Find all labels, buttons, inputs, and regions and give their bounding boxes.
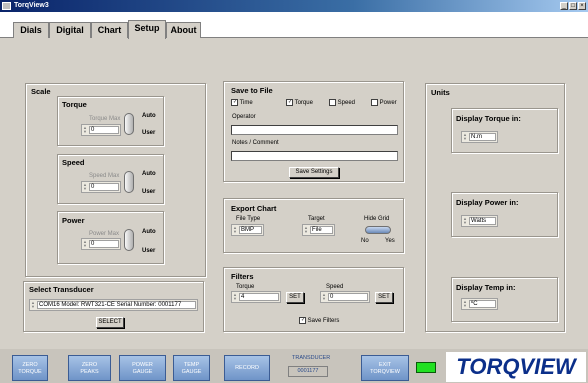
- zero-peaks-button[interactable]: ZERO PEAKS: [68, 355, 111, 381]
- torque-filter-input[interactable]: ▲ ▼ 4: [231, 291, 281, 303]
- tab-setup[interactable]: Setup: [128, 20, 166, 39]
- torque-auto-label: Auto: [142, 113, 156, 119]
- save-to-file-title: Save to File: [231, 86, 273, 95]
- zero-torque-button[interactable]: ZERO TORQUE: [12, 355, 48, 381]
- target-label: Target: [308, 216, 325, 222]
- operator-label: Operator: [232, 114, 256, 120]
- operator-field[interactable]: [231, 125, 398, 135]
- power-scale-title: Power: [62, 216, 85, 225]
- tab-dials[interactable]: Dials: [13, 22, 49, 38]
- close-button[interactable]: ×: [578, 2, 586, 10]
- torque-scale-title: Torque: [62, 100, 87, 109]
- power-gauge-button[interactable]: POWER GAUGE: [119, 355, 166, 381]
- temp-units-title: Display Temp in:: [456, 283, 516, 292]
- power-units-title: Display Power in:: [456, 198, 519, 207]
- torqview-logo: TORQVIEW: [446, 352, 586, 382]
- transducer-footer-label: TRANSDUCER: [292, 355, 331, 361]
- hide-grid-label: Hide Grid: [364, 216, 390, 222]
- torque-max-label: Torque Max: [89, 116, 121, 122]
- maximize-button[interactable]: □: [569, 2, 577, 10]
- select-button[interactable]: SELECT: [96, 317, 124, 328]
- notes-label: Notes / Comment: [232, 140, 279, 146]
- window-title: TorqView3: [14, 2, 49, 9]
- status-led: [416, 362, 436, 373]
- file-type-label: File Type: [236, 216, 261, 222]
- scale-title: Scale: [31, 87, 51, 96]
- speed-checkbox[interactable]: Speed: [329, 99, 355, 106]
- speed-filter-label: Speed: [326, 284, 344, 290]
- target-selector[interactable]: ▲ ▼ File: [302, 224, 335, 236]
- save-filters-checkbox[interactable]: ✓ Save Filters: [299, 317, 339, 324]
- torque-auto-user-toggle[interactable]: [124, 113, 134, 135]
- app-icon: [2, 2, 11, 10]
- tab-digital[interactable]: Digital: [49, 22, 91, 38]
- speed-auto-label: Auto: [142, 171, 156, 177]
- torque-user-label: User: [142, 130, 156, 136]
- hide-grid-no: No: [361, 238, 369, 244]
- hide-grid-toggle[interactable]: [365, 226, 391, 234]
- power-auto-label: Auto: [142, 229, 156, 235]
- torque-checkbox[interactable]: ✓ Torque: [286, 99, 313, 106]
- hide-grid-yes: Yes: [385, 238, 395, 244]
- power-max-input[interactable]: ▲ ▼ 0: [81, 238, 121, 250]
- exit-torqview-button[interactable]: EXIT TORQVIEW: [361, 355, 409, 381]
- units-title: Units: [431, 88, 450, 97]
- torque-units-title: Display Torque in:: [456, 114, 521, 123]
- power-max-label: Power Max: [89, 231, 120, 237]
- speed-scale-title: Speed: [62, 158, 85, 167]
- speed-user-label: User: [142, 189, 156, 195]
- window-title-bar: TorqView3: [0, 0, 588, 12]
- export-chart-title: Export Chart: [231, 204, 277, 213]
- tab-about[interactable]: About: [166, 22, 201, 38]
- temp-units-selector[interactable]: ▲ ▼ ºC: [461, 298, 498, 310]
- select-transducer-title: Select Transducer: [29, 285, 94, 294]
- record-button[interactable]: RECORD: [224, 355, 270, 381]
- filters-title: Filters: [231, 272, 254, 281]
- notes-field[interactable]: [231, 151, 398, 161]
- torque-max-input[interactable]: ▲ ▼ 0: [81, 124, 121, 136]
- power-checkbox[interactable]: Power: [371, 99, 397, 106]
- torque-filter-set-button[interactable]: SET: [286, 292, 304, 303]
- tab-chart[interactable]: Chart: [91, 22, 128, 38]
- minimize-button[interactable]: _: [560, 2, 568, 10]
- speed-filter-set-button[interactable]: SET: [375, 292, 393, 303]
- temp-gauge-button[interactable]: TEMP GAUGE: [173, 355, 210, 381]
- speed-auto-user-toggle[interactable]: [124, 171, 134, 193]
- file-type-selector[interactable]: ▲ ▼ BMP: [231, 224, 264, 236]
- transducer-selector[interactable]: ▲ ▼ COM16 Model: RWT321-CE Serial Number: …: [29, 299, 198, 311]
- power-auto-user-toggle[interactable]: [124, 229, 134, 251]
- power-units-selector[interactable]: ▲ ▼ Watts: [461, 215, 498, 227]
- speed-filter-input[interactable]: ▲ ▼ 0: [320, 291, 370, 303]
- transducer-serial-display: 0001177: [288, 366, 328, 377]
- save-settings-button[interactable]: Save Settings: [289, 167, 339, 178]
- torque-filter-label: Torque: [236, 284, 255, 290]
- torque-units-selector[interactable]: ▲ ▼ N.m: [461, 131, 498, 143]
- time-checkbox[interactable]: ✓ Time: [231, 99, 253, 106]
- speed-max-input[interactable]: ▲ ▼ 0: [81, 181, 121, 193]
- speed-max-label: Speed Max: [89, 173, 120, 179]
- power-user-label: User: [142, 248, 156, 254]
